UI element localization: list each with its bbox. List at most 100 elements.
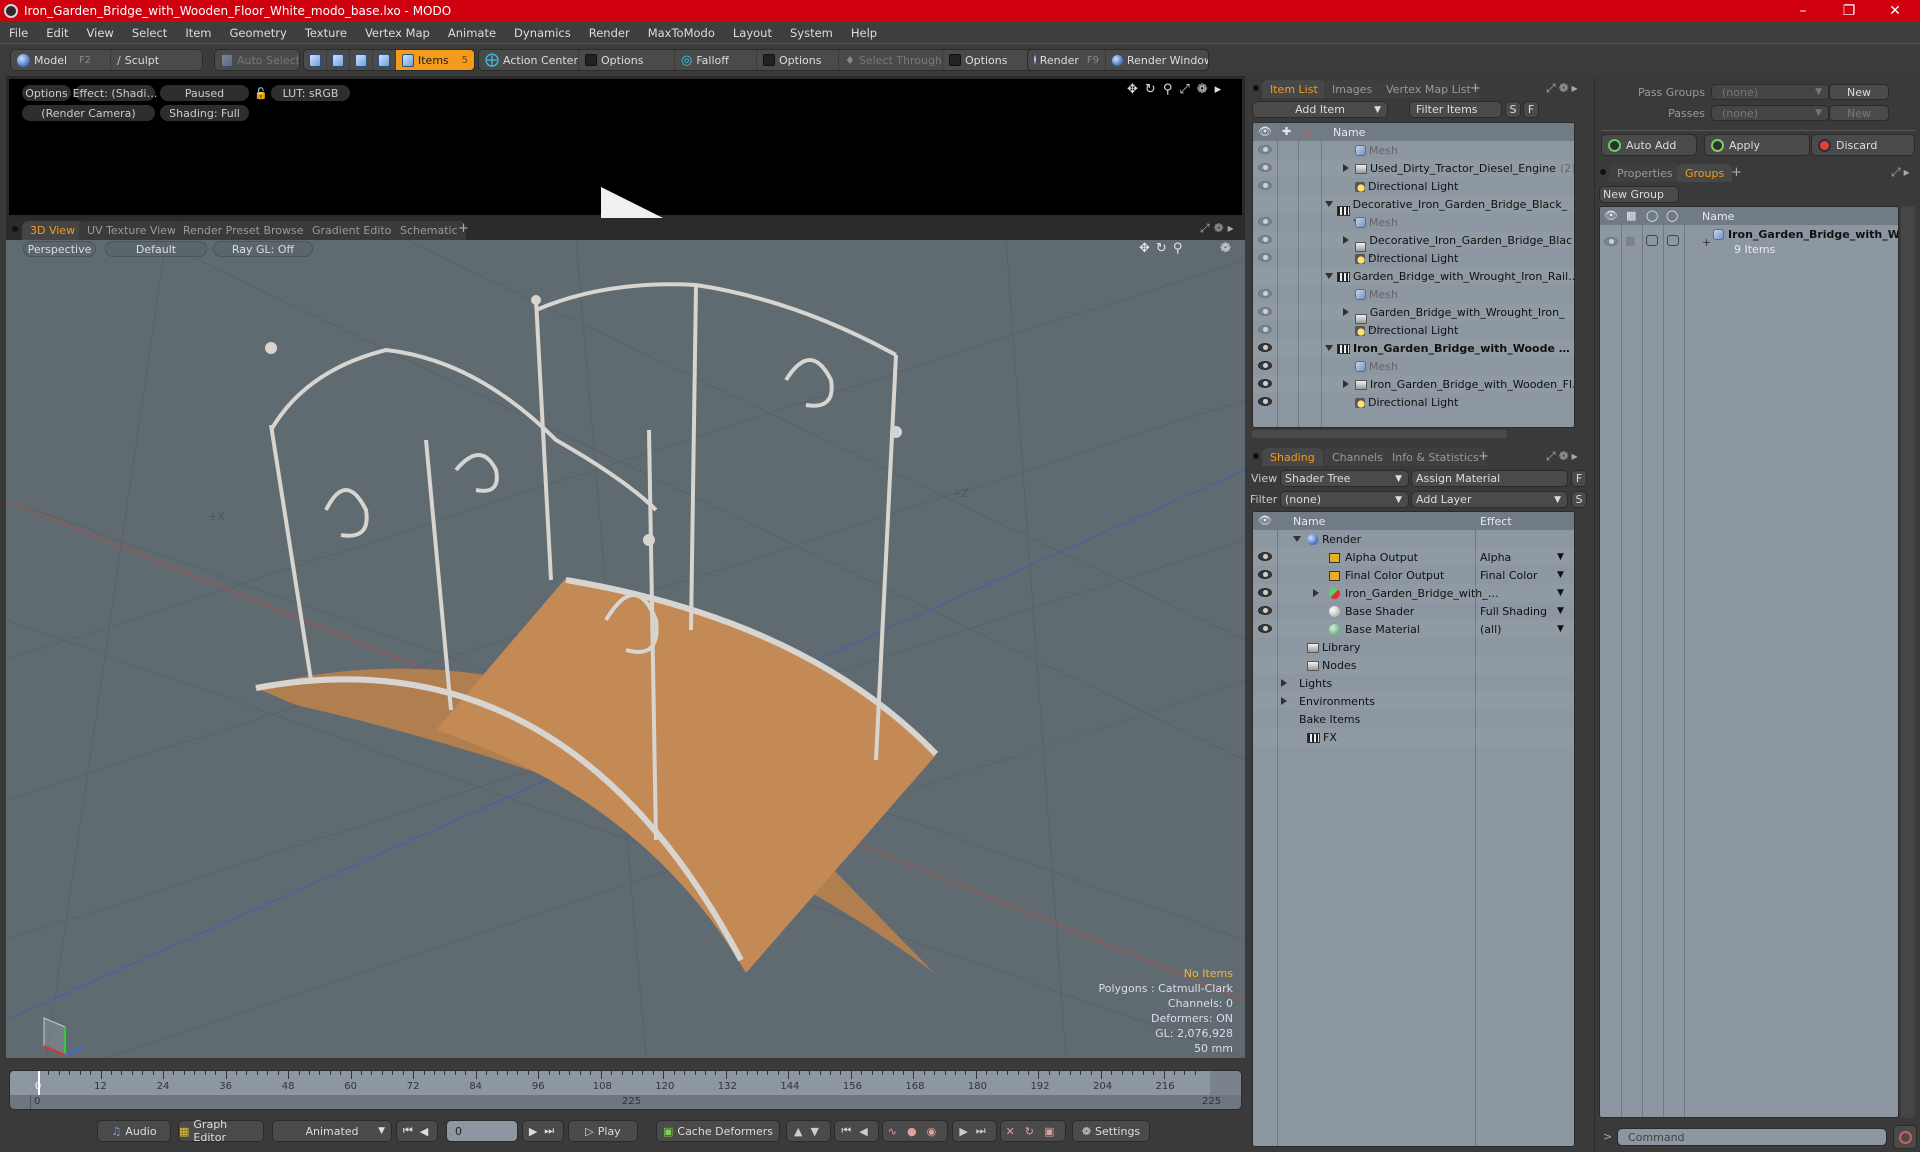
menu-dynamics[interactable]: Dynamics xyxy=(505,26,580,40)
3d-viewport[interactable]: Perspective Default Ray GL: Off ✥↻⚲ ❁ +X… xyxy=(6,240,1245,1058)
item-row[interactable]: Decorative_Iron_Garden_Bridge_Blac … xyxy=(1253,231,1574,260)
preview-options-button[interactable]: Options xyxy=(22,85,71,101)
auto-add-button[interactable]: Auto Add xyxy=(1601,134,1697,156)
visibility-toggle-icon[interactable] xyxy=(1258,552,1272,561)
add-item-button[interactable]: Add Item ▼ xyxy=(1252,101,1388,118)
style-dropdown[interactable]: Default xyxy=(105,241,207,257)
maximize-icon[interactable]: ⤢ xyxy=(1179,82,1196,97)
panel-handle-icon[interactable] xyxy=(12,226,18,232)
passes-dropdown[interactable]: (none) ▼ xyxy=(1711,105,1829,121)
shading-s-button[interactable]: S xyxy=(1571,491,1587,508)
animated-dropdown[interactable]: Animated ▼ xyxy=(272,1120,392,1142)
maximize-icon[interactable]: ⤢ xyxy=(1546,81,1559,95)
shading-dropdown[interactable]: Shading: Full xyxy=(160,105,249,121)
visibility-toggle-icon[interactable] xyxy=(1258,379,1272,388)
preview-pause-button[interactable]: Paused xyxy=(160,85,249,101)
menu-system[interactable]: System xyxy=(781,26,842,40)
go-to-end-button[interactable]: ⏭ xyxy=(544,1124,557,1138)
play-button[interactable]: ▷ Play xyxy=(568,1120,638,1142)
item-row[interactable]: Garden_Bridge_with_Wrought_Iron_Rail… xyxy=(1253,267,1574,285)
raygl-dropdown[interactable]: Ray GL: Off xyxy=(213,241,313,257)
cache-deformers-button[interactable]: ▣ Cache Deformers xyxy=(656,1120,780,1142)
gear-icon[interactable]: ❁ xyxy=(1197,82,1215,97)
maximize-icon[interactable]: ⤢ xyxy=(1891,165,1904,179)
auto-key-button[interactable]: ∿ xyxy=(888,1125,903,1138)
restore-button[interactable]: ❐ xyxy=(1826,0,1872,22)
visibility-toggle-icon[interactable] xyxy=(1258,253,1272,262)
lock-column-icon[interactable]: ✚ xyxy=(1282,125,1291,138)
vertices-mode-button[interactable] xyxy=(304,50,327,70)
tab-uv-texture-view[interactable]: UV Texture View xyxy=(79,221,184,240)
current-frame-marker[interactable] xyxy=(38,1071,40,1095)
visibility-toggle-icon[interactable] xyxy=(1258,570,1272,579)
key-down-button[interactable]: ▼ xyxy=(811,1125,823,1138)
new-pass-group-button[interactable]: New xyxy=(1829,84,1889,100)
action-center-options-button[interactable]: Options xyxy=(579,50,675,70)
menu-item[interactable]: Item xyxy=(176,26,220,40)
expand-plus-icon[interactable]: + xyxy=(1702,236,1711,249)
zoom-icon[interactable]: ⚲ xyxy=(1163,82,1180,97)
rotate-icon[interactable]: ↻ xyxy=(1156,241,1173,256)
apply-button[interactable]: Apply xyxy=(1704,134,1810,156)
item-row[interactable]: Iron_Garden_Bridge_with_Woode … xyxy=(1253,339,1574,357)
visibility-column-icon[interactable]: 👁 xyxy=(1258,125,1272,138)
visibility-toggle-icon[interactable] xyxy=(1604,237,1618,246)
action-center-button[interactable]: ⨁ Action Center xyxy=(479,50,579,70)
graph-editor-button[interactable]: ▦ Graph Editor xyxy=(178,1118,264,1144)
sculpt-mode-button[interactable]: ∕ Sculpt xyxy=(111,50,165,70)
tab-shading[interactable]: Shading xyxy=(1262,448,1323,466)
falloff-button[interactable]: ◎ Falloff xyxy=(675,50,757,70)
menu-edit[interactable]: Edit xyxy=(37,26,77,40)
render-column-icon[interactable]: ▩ xyxy=(1626,209,1636,222)
close-button[interactable]: ✕ xyxy=(1872,0,1918,22)
panel-handle-icon[interactable] xyxy=(1253,85,1259,91)
item-row[interactable]: Decorative_Iron_Garden_Bridge_Black_ … xyxy=(1253,195,1574,224)
auto-select-button[interactable]: Auto Select xyxy=(214,49,300,71)
menu-view[interactable]: View xyxy=(78,26,123,40)
filter-dropdown[interactable]: (none) ▼ xyxy=(1280,491,1409,508)
expand-arrow-icon[interactable] xyxy=(1343,236,1349,244)
item-row[interactable]: Iron_Garden_Bridge_with_Wooden_Fl… xyxy=(1253,375,1574,393)
visibility-toggle-icon[interactable] xyxy=(1258,163,1272,172)
select-through-options-button[interactable]: Options xyxy=(943,50,1013,70)
collapse-arrow-icon[interactable] xyxy=(1325,201,1333,207)
item-row[interactable]: Mesh xyxy=(1253,285,1574,303)
shader-row[interactable]: Final Color Output Final Color ▼ xyxy=(1253,566,1574,584)
panel-handle-icon[interactable] xyxy=(1600,169,1606,175)
filter-s-button[interactable]: S xyxy=(1505,101,1521,118)
shader-row[interactable]: Render xyxy=(1253,530,1574,548)
collapse-arrow-icon[interactable] xyxy=(1293,536,1301,542)
lock-checkbox[interactable] xyxy=(1646,235,1658,246)
select-through-button[interactable]: ♦ Select Through xyxy=(839,50,943,70)
name-column-header[interactable]: Name xyxy=(1333,126,1365,139)
item-row[interactable]: Directional Light xyxy=(1253,249,1574,267)
item-row[interactable]: Directional Light xyxy=(1253,393,1574,411)
menu-vertex-map[interactable]: Vertex Map xyxy=(356,26,439,40)
group-row[interactable]: ▩ + Iron_Garden_Bridge_with_W… 9 Items xyxy=(1600,227,1898,259)
expand-arrow-icon[interactable] xyxy=(1281,697,1287,705)
name-column-header[interactable]: Name xyxy=(1293,515,1325,528)
expand-arrow-icon[interactable] xyxy=(1281,679,1287,687)
tab-render-preset-browser[interactable]: Render Preset Browser xyxy=(175,221,317,240)
chevron-right-icon[interactable]: ▸ xyxy=(1572,449,1581,463)
audio-button[interactable]: ♫ Audio xyxy=(97,1120,171,1142)
effect-dropdown-icon[interactable]: ▼ xyxy=(1557,570,1564,580)
cycle-key-button[interactable]: ↻ xyxy=(1025,1125,1040,1138)
chevron-right-icon[interactable]: ▸ xyxy=(1215,82,1229,97)
chevron-right-icon[interactable]: ▸ xyxy=(1904,165,1913,179)
materials-mode-button[interactable] xyxy=(373,50,396,70)
visibility-toggle-icon[interactable] xyxy=(1258,361,1272,370)
key-up-button[interactable]: ▲ xyxy=(794,1125,806,1138)
panel-handle-icon[interactable] xyxy=(1253,453,1259,459)
gear-icon[interactable]: ❁ xyxy=(1214,221,1228,235)
pass-groups-dropdown[interactable]: (none) ▼ xyxy=(1711,84,1829,100)
menu-file[interactable]: File xyxy=(0,26,37,40)
visibility-toggle-icon[interactable] xyxy=(1258,397,1272,406)
prev-key-button[interactable]: ◀ xyxy=(859,1125,871,1138)
item-row[interactable]: Directional Light xyxy=(1253,321,1574,339)
item-row[interactable]: Directional Light xyxy=(1253,177,1574,195)
filter-items-input[interactable]: Filter Items xyxy=(1409,101,1502,118)
effect-dropdown-icon[interactable]: ▼ xyxy=(1557,624,1564,634)
lock-icon[interactable]: 🔓 xyxy=(253,85,269,101)
tab-groups[interactable]: Groups xyxy=(1677,164,1733,182)
